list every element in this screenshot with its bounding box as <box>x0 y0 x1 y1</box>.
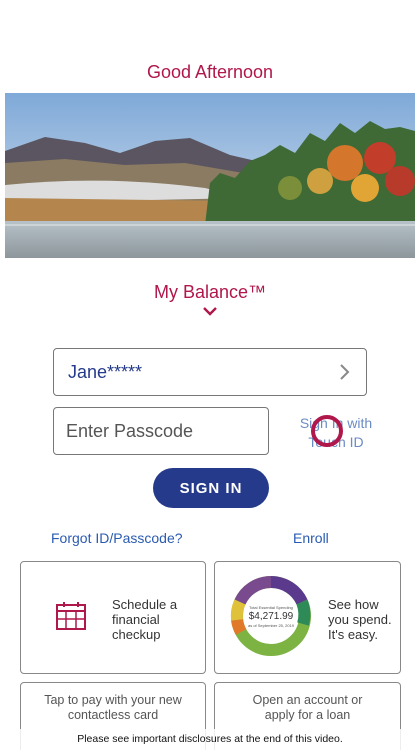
my-balance-toggle[interactable]: My Balance™ <box>0 282 420 316</box>
open-account-label: Open an account or apply for a loan <box>252 693 363 722</box>
chevron-right-icon <box>340 364 350 380</box>
donut-subcaption: as of September 25, 2019 <box>247 622 295 628</box>
forgot-id-passcode-link[interactable]: Forgot ID/Passcode? <box>51 530 183 546</box>
donut-amount: $4,271.99 <box>248 610 294 622</box>
greeting-title: Good Afternoon <box>146 62 274 82</box>
financial-checkup-card[interactable]: Schedule a financial checkup <box>20 561 206 674</box>
tap-indicator-icon <box>311 415 343 447</box>
saved-username: Jane***** <box>68 361 143 382</box>
sign-in-button[interactable]: SIGN IN <box>153 468 269 508</box>
enroll-link[interactable]: Enroll <box>293 530 329 546</box>
saved-user-select[interactable]: Jane***** <box>53 348 367 396</box>
hero-landscape-image <box>5 93 415 258</box>
chevron-down-icon <box>203 307 217 316</box>
passcode-input[interactable] <box>53 407 269 455</box>
my-balance-label: My Balance™ <box>153 282 267 302</box>
disclosure-caption: Please see important disclosures at the … <box>0 729 420 750</box>
donut-caption: Total Essential Spending <box>249 604 293 610</box>
spending-card[interactable]: Total Essential Spending $4,271.99 as of… <box>214 561 401 674</box>
calendar-icon <box>56 602 86 630</box>
spending-label: See how you spend. It's easy. <box>328 597 392 642</box>
contactless-label: Tap to pay with your new contactless car… <box>44 693 182 722</box>
financial-checkup-label: Schedule a financial checkup <box>112 597 178 642</box>
